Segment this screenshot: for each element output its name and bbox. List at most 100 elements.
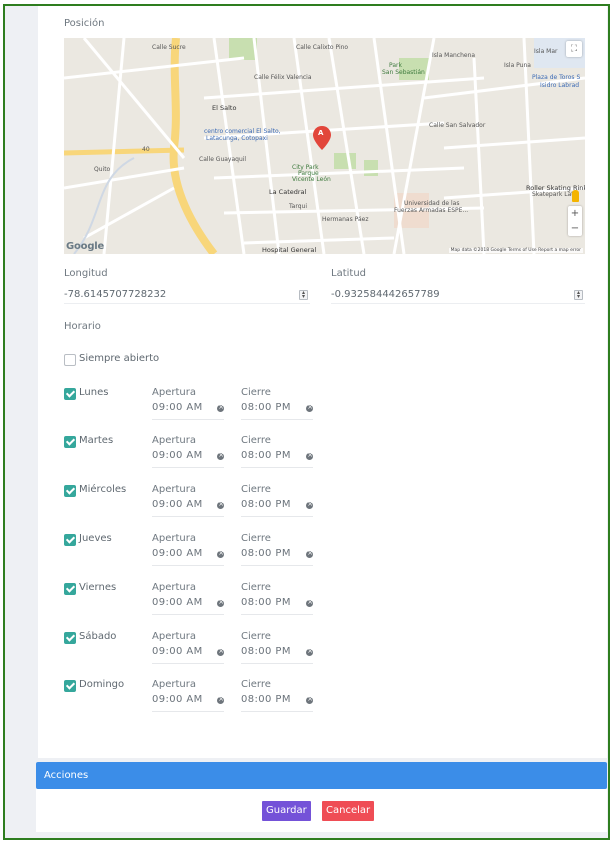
close-label: Cierre <box>241 631 271 642</box>
latitude-value: -0.932584442657789 <box>331 289 440 300</box>
clear-icon[interactable] <box>306 598 313 607</box>
map-marker[interactable]: A <box>318 129 323 137</box>
clear-icon[interactable] <box>217 500 224 509</box>
close-label: Cierre <box>241 533 271 544</box>
map-label: Isla Manchena <box>432 52 476 59</box>
clear-icon[interactable] <box>306 500 313 509</box>
day-checkbox[interactable] <box>64 632 76 644</box>
map-label: Calle San Salvador <box>429 122 486 129</box>
close-time-value: 08:00 PM <box>241 499 291 510</box>
zoom-out-button[interactable]: − <box>568 221 582 236</box>
save-button[interactable]: Guardar <box>262 801 311 821</box>
close-time-value: 08:00 PM <box>241 694 291 705</box>
close-time-input[interactable]: 08:00 PM <box>241 548 313 566</box>
day-label: Sábado <box>79 631 117 642</box>
cancel-button[interactable]: Cancelar <box>322 801 375 821</box>
clear-icon[interactable] <box>217 549 224 558</box>
open-time-input[interactable]: 09:00 AM <box>152 548 224 566</box>
latitude-input[interactable]: -0.932584442657789 ▴ ▾ <box>331 288 585 304</box>
fullscreen-icon[interactable]: ⛶ <box>566 41 582 57</box>
longitude-stepper[interactable]: ▴ ▾ <box>299 290 308 300</box>
day-checkbox[interactable] <box>64 388 76 400</box>
map-label: Quito <box>94 166 111 173</box>
open-label: Apertura <box>152 631 196 642</box>
open-time-input[interactable]: 09:00 AM <box>152 597 224 615</box>
map-label: Vicente León <box>292 176 331 183</box>
day-checkbox[interactable] <box>64 534 76 546</box>
open-time-value: 09:00 AM <box>152 499 203 510</box>
map-attribution[interactable]: Map data ©2018 Google Terms of Use Repor… <box>448 248 583 253</box>
open-label: Apertura <box>152 679 196 690</box>
map-label: Skatepark Lat <box>532 191 574 198</box>
open-time-input[interactable]: 09:00 AM <box>152 450 224 468</box>
clear-icon[interactable] <box>217 598 224 607</box>
longitude-value: -78.6145707728232 <box>64 289 167 300</box>
close-time-input[interactable]: 08:00 PM <box>241 402 313 420</box>
open-label: Apertura <box>152 582 196 593</box>
map-label: Park <box>389 62 402 69</box>
day-checkbox[interactable] <box>64 680 76 692</box>
map-label: Tarqui <box>289 203 307 210</box>
map-label: Fuerzas Armadas ESPE... <box>394 207 469 214</box>
close-label: Cierre <box>241 484 271 495</box>
map-label: Hermanas Páez <box>322 216 369 223</box>
location-map[interactable]: Calle Sucre Calle Calixto Pino Isla Manc… <box>64 38 585 254</box>
schedule-label: Horario <box>64 321 101 332</box>
google-logo: Google <box>66 241 105 252</box>
open-time-value: 09:00 AM <box>152 694 203 705</box>
pegman-icon[interactable] <box>572 190 579 202</box>
close-time-input[interactable]: 08:00 PM <box>241 450 313 468</box>
map-label: Isidro Labrad <box>540 82 580 89</box>
open-time-value: 09:00 AM <box>152 548 203 559</box>
open-label: Apertura <box>152 484 196 495</box>
day-checkbox[interactable] <box>64 583 76 595</box>
open-label: Apertura <box>152 533 196 544</box>
close-time-input[interactable]: 08:00 PM <box>241 694 313 712</box>
latitude-stepper[interactable]: ▴ ▾ <box>574 290 583 300</box>
close-time-value: 08:00 PM <box>241 548 291 559</box>
close-time-value: 08:00 PM <box>241 597 291 608</box>
open-time-input[interactable]: 09:00 AM <box>152 694 224 712</box>
open-time-value: 09:00 AM <box>152 402 203 413</box>
clear-icon[interactable] <box>306 451 313 460</box>
day-checkbox[interactable] <box>64 436 76 448</box>
zoom-in-button[interactable]: + <box>568 206 582 221</box>
day-checkbox[interactable] <box>64 485 76 497</box>
close-time-value: 08:00 PM <box>241 450 291 461</box>
close-time-input[interactable]: 08:00 PM <box>241 646 313 664</box>
open-time-input[interactable]: 09:00 AM <box>152 646 224 664</box>
map-label: Calle Sucre <box>152 44 186 51</box>
zoom-control[interactable]: + − <box>568 206 582 236</box>
clear-icon[interactable] <box>306 647 313 656</box>
position-label: Posición <box>64 18 105 29</box>
always-open-label: Siempre abierto <box>79 353 160 364</box>
clear-icon[interactable] <box>217 647 224 656</box>
clear-icon[interactable] <box>306 695 313 704</box>
close-time-input[interactable]: 08:00 PM <box>241 499 313 517</box>
map-label: El Salto <box>212 104 237 112</box>
always-open-checkbox[interactable] <box>64 354 76 366</box>
close-label: Cierre <box>241 582 271 593</box>
open-time-input[interactable]: 09:00 AM <box>152 499 224 517</box>
clear-icon[interactable] <box>217 403 224 412</box>
longitude-input[interactable]: -78.6145707728232 ▴ ▾ <box>64 288 310 304</box>
day-label: Martes <box>79 435 114 446</box>
open-time-value: 09:00 AM <box>152 450 203 461</box>
actions-header: Acciones <box>36 762 607 789</box>
close-time-value: 08:00 PM <box>241 646 291 657</box>
open-label: Apertura <box>152 387 196 398</box>
open-time-value: 09:00 AM <box>152 597 203 608</box>
close-label: Cierre <box>241 679 271 690</box>
day-label: Miércoles <box>79 484 127 495</box>
map-label: centro comercial El Salto, <box>204 128 281 135</box>
clear-icon[interactable] <box>306 549 313 558</box>
close-time-input[interactable]: 08:00 PM <box>241 597 313 615</box>
clear-icon[interactable] <box>217 695 224 704</box>
clear-icon[interactable] <box>217 451 224 460</box>
clear-icon[interactable] <box>306 403 313 412</box>
day-label: Domingo <box>79 679 125 690</box>
map-label: Isla Mar <box>534 48 558 55</box>
map-label: Calle Calixto Pino <box>296 44 349 51</box>
open-time-input[interactable]: 09:00 AM <box>152 402 224 420</box>
map-label: Hospital General <box>262 246 317 254</box>
